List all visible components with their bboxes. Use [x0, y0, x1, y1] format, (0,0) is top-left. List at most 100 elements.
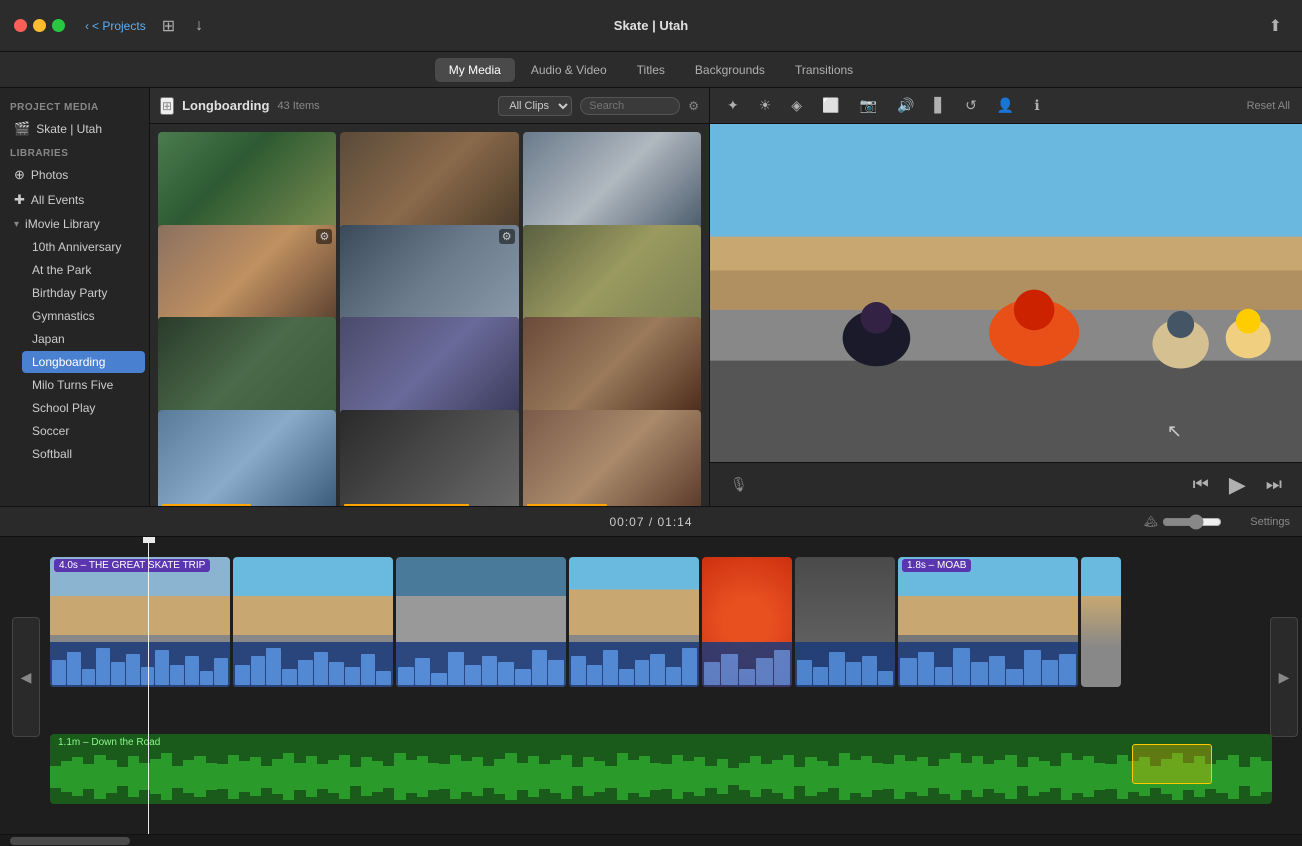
thumbnail-item[interactable]	[158, 410, 336, 507]
people-button[interactable]: 👤	[992, 94, 1019, 117]
thumbnail-item[interactable]: ⚙	[340, 225, 518, 325]
equalizer-button[interactable]: ▋	[929, 94, 950, 117]
sidebar-item-longboarding[interactable]: Longboarding	[22, 351, 145, 373]
play-pause-button[interactable]: ▶	[1225, 468, 1250, 502]
sidebar-item-soccer[interactable]: Soccer	[22, 420, 145, 442]
video-clip[interactable]	[396, 557, 566, 687]
sidebar-item-birthday-party[interactable]: Birthday Party	[22, 282, 145, 304]
video-clip[interactable]	[569, 557, 699, 687]
tab-transitions[interactable]: Transitions	[781, 58, 867, 82]
sidebar-item-at-the-park[interactable]: At the Park	[22, 259, 145, 281]
film-icon: 🎬	[14, 121, 30, 137]
zoom-slider[interactable]	[1162, 514, 1222, 530]
crop-button[interactable]: ⬜	[817, 94, 844, 117]
right-panel: ✦ ☀ ◈ ⬜ 📷 🔊 ▋ ↺ 👤 ℹ Reset All	[710, 88, 1302, 506]
timecode-display: 00:07 / 01:14	[609, 515, 692, 529]
microphone-button[interactable]: 🎙	[726, 472, 752, 497]
timeline-settings-button[interactable]: Settings	[1250, 516, 1290, 528]
auto-enhance-button[interactable]: ✦	[722, 94, 744, 117]
clips-filter-select[interactable]: All Clips	[498, 96, 572, 116]
thumbnail-item[interactable]	[523, 132, 701, 232]
thumbnail-item[interactable]	[340, 317, 518, 417]
libraries-label: LIBRARIES	[0, 142, 149, 162]
audio-end-marker	[1132, 744, 1212, 784]
thumbnail-item[interactable]	[158, 317, 336, 417]
inspector-toolbar: ✦ ☀ ◈ ⬜ 📷 🔊 ▋ ↺ 👤 ℹ Reset All	[710, 88, 1302, 124]
chevron-down-icon: ▾	[14, 219, 19, 230]
clip-waveform	[795, 642, 895, 687]
browser-title: Longboarding	[182, 98, 269, 113]
audio-track-label: 1.1m – Down the Road	[58, 737, 160, 748]
video-clip[interactable]	[233, 557, 393, 687]
volume-button[interactable]: 🔊	[892, 94, 919, 117]
grid-view-button[interactable]: ⊞	[160, 97, 174, 115]
sidebar-item-photos[interactable]: ⊕ Photos	[4, 163, 145, 187]
thumbnail-item[interactable]: ⚙	[158, 225, 336, 325]
close-button[interactable]	[14, 19, 27, 32]
minimize-button[interactable]	[33, 19, 46, 32]
sidebar-item-label: School Play	[32, 401, 95, 415]
zoom-out-icon: 🏔	[1144, 515, 1158, 528]
tab-my-media[interactable]: My Media	[435, 58, 515, 82]
video-clip[interactable]: 4.0s – THE GREAT SKATE TRIP	[50, 557, 230, 687]
tab-audio-video[interactable]: Audio & Video	[517, 58, 621, 82]
clip-waveform	[50, 642, 230, 687]
video-clip[interactable]	[795, 557, 895, 687]
sidebar-item-japan[interactable]: Japan	[22, 328, 145, 350]
clip-label: 4.0s – THE GREAT SKATE TRIP	[54, 559, 210, 572]
skip-to-end-button[interactable]: ⏭	[1262, 470, 1286, 499]
thumbnail-item[interactable]	[523, 317, 701, 417]
timeline-inner: ◀ 4.0s – THE GREAT SKATE TRIP	[0, 537, 1302, 834]
video-track: 4.0s – THE GREAT SKATE TRIP	[50, 557, 1272, 697]
thumbnail-item[interactable]	[340, 410, 518, 507]
fullscreen-button[interactable]	[52, 19, 65, 32]
sidebar-item-gymnastics[interactable]: Gymnastics	[22, 305, 145, 327]
reset-all-button[interactable]: Reset All	[1247, 100, 1290, 112]
library-view-button[interactable]: ⊞	[158, 12, 179, 40]
timeline-nav-right-button[interactable]: ▶	[1270, 617, 1298, 737]
thumbnail-item[interactable]	[523, 225, 701, 325]
preview-area: ↖	[710, 124, 1302, 462]
speed-button[interactable]: ↺	[960, 94, 982, 117]
tab-titles[interactable]: Titles	[623, 58, 679, 82]
sidebar-item-10th-anniversary[interactable]: 10th Anniversary	[22, 236, 145, 258]
sidebar-item-softball[interactable]: Softball	[22, 443, 145, 465]
search-input[interactable]	[580, 97, 680, 115]
audio-waveform	[50, 749, 1272, 804]
tab-backgrounds[interactable]: Backgrounds	[681, 58, 779, 82]
clip-waveform	[569, 642, 699, 687]
color-correction-button[interactable]: ☀	[754, 94, 777, 117]
sidebar-item-all-events[interactable]: ✚ All Events	[4, 188, 145, 212]
skip-to-start-button[interactable]: ⏮	[1189, 470, 1213, 499]
video-clip[interactable]: 1.8s – MOAB	[898, 557, 1078, 687]
video-clip[interactable]	[702, 557, 792, 687]
preview-scene: ↖	[710, 124, 1302, 462]
timeline-nav-left-button[interactable]: ◀	[12, 617, 40, 737]
share-button[interactable]: ⬆	[1265, 12, 1286, 40]
browser-header: ⊞ Longboarding 43 Items All Clips ⚙	[150, 88, 709, 124]
gear-icon: ⚙	[316, 229, 332, 244]
color-board-button[interactable]: ◈	[786, 94, 807, 117]
info-button[interactable]: ℹ	[1029, 94, 1044, 117]
thumbnail-item[interactable]	[340, 132, 518, 232]
clip-waveform	[396, 642, 566, 687]
scrollbar-thumb[interactable]	[10, 837, 130, 845]
sidebar-item-school-play[interactable]: School Play	[22, 397, 145, 419]
sidebar-item-project[interactable]: 🎬 Skate | Utah	[4, 117, 145, 141]
clip-waveform	[898, 642, 1078, 687]
filter-icon[interactable]: ⚙	[688, 99, 699, 113]
video-clip[interactable]	[1081, 557, 1121, 687]
thumbnail-item[interactable]	[158, 132, 336, 232]
projects-button[interactable]: ‹ < Projects	[85, 19, 146, 33]
gear-icon: ⚙	[499, 229, 515, 244]
audio-track: 1.1m – Down the Road	[50, 734, 1272, 804]
timeline-container: 00:07 / 01:14 🏔 Settings ◀ 4.0s – THE GR…	[0, 506, 1302, 846]
sidebar-item-milo-turns-five[interactable]: Milo Turns Five	[22, 374, 145, 396]
media-browser: ⊞ Longboarding 43 Items All Clips ⚙	[150, 88, 710, 506]
sidebar-item-imovie-library[interactable]: ▾ iMovie Library	[4, 213, 145, 235]
photos-icon: ⊕	[14, 167, 25, 183]
camera-button[interactable]: 📷	[855, 94, 882, 117]
import-button[interactable]: ↓	[191, 13, 207, 39]
browser-count: 43 Items	[277, 100, 319, 112]
thumbnail-item[interactable]	[523, 410, 701, 507]
